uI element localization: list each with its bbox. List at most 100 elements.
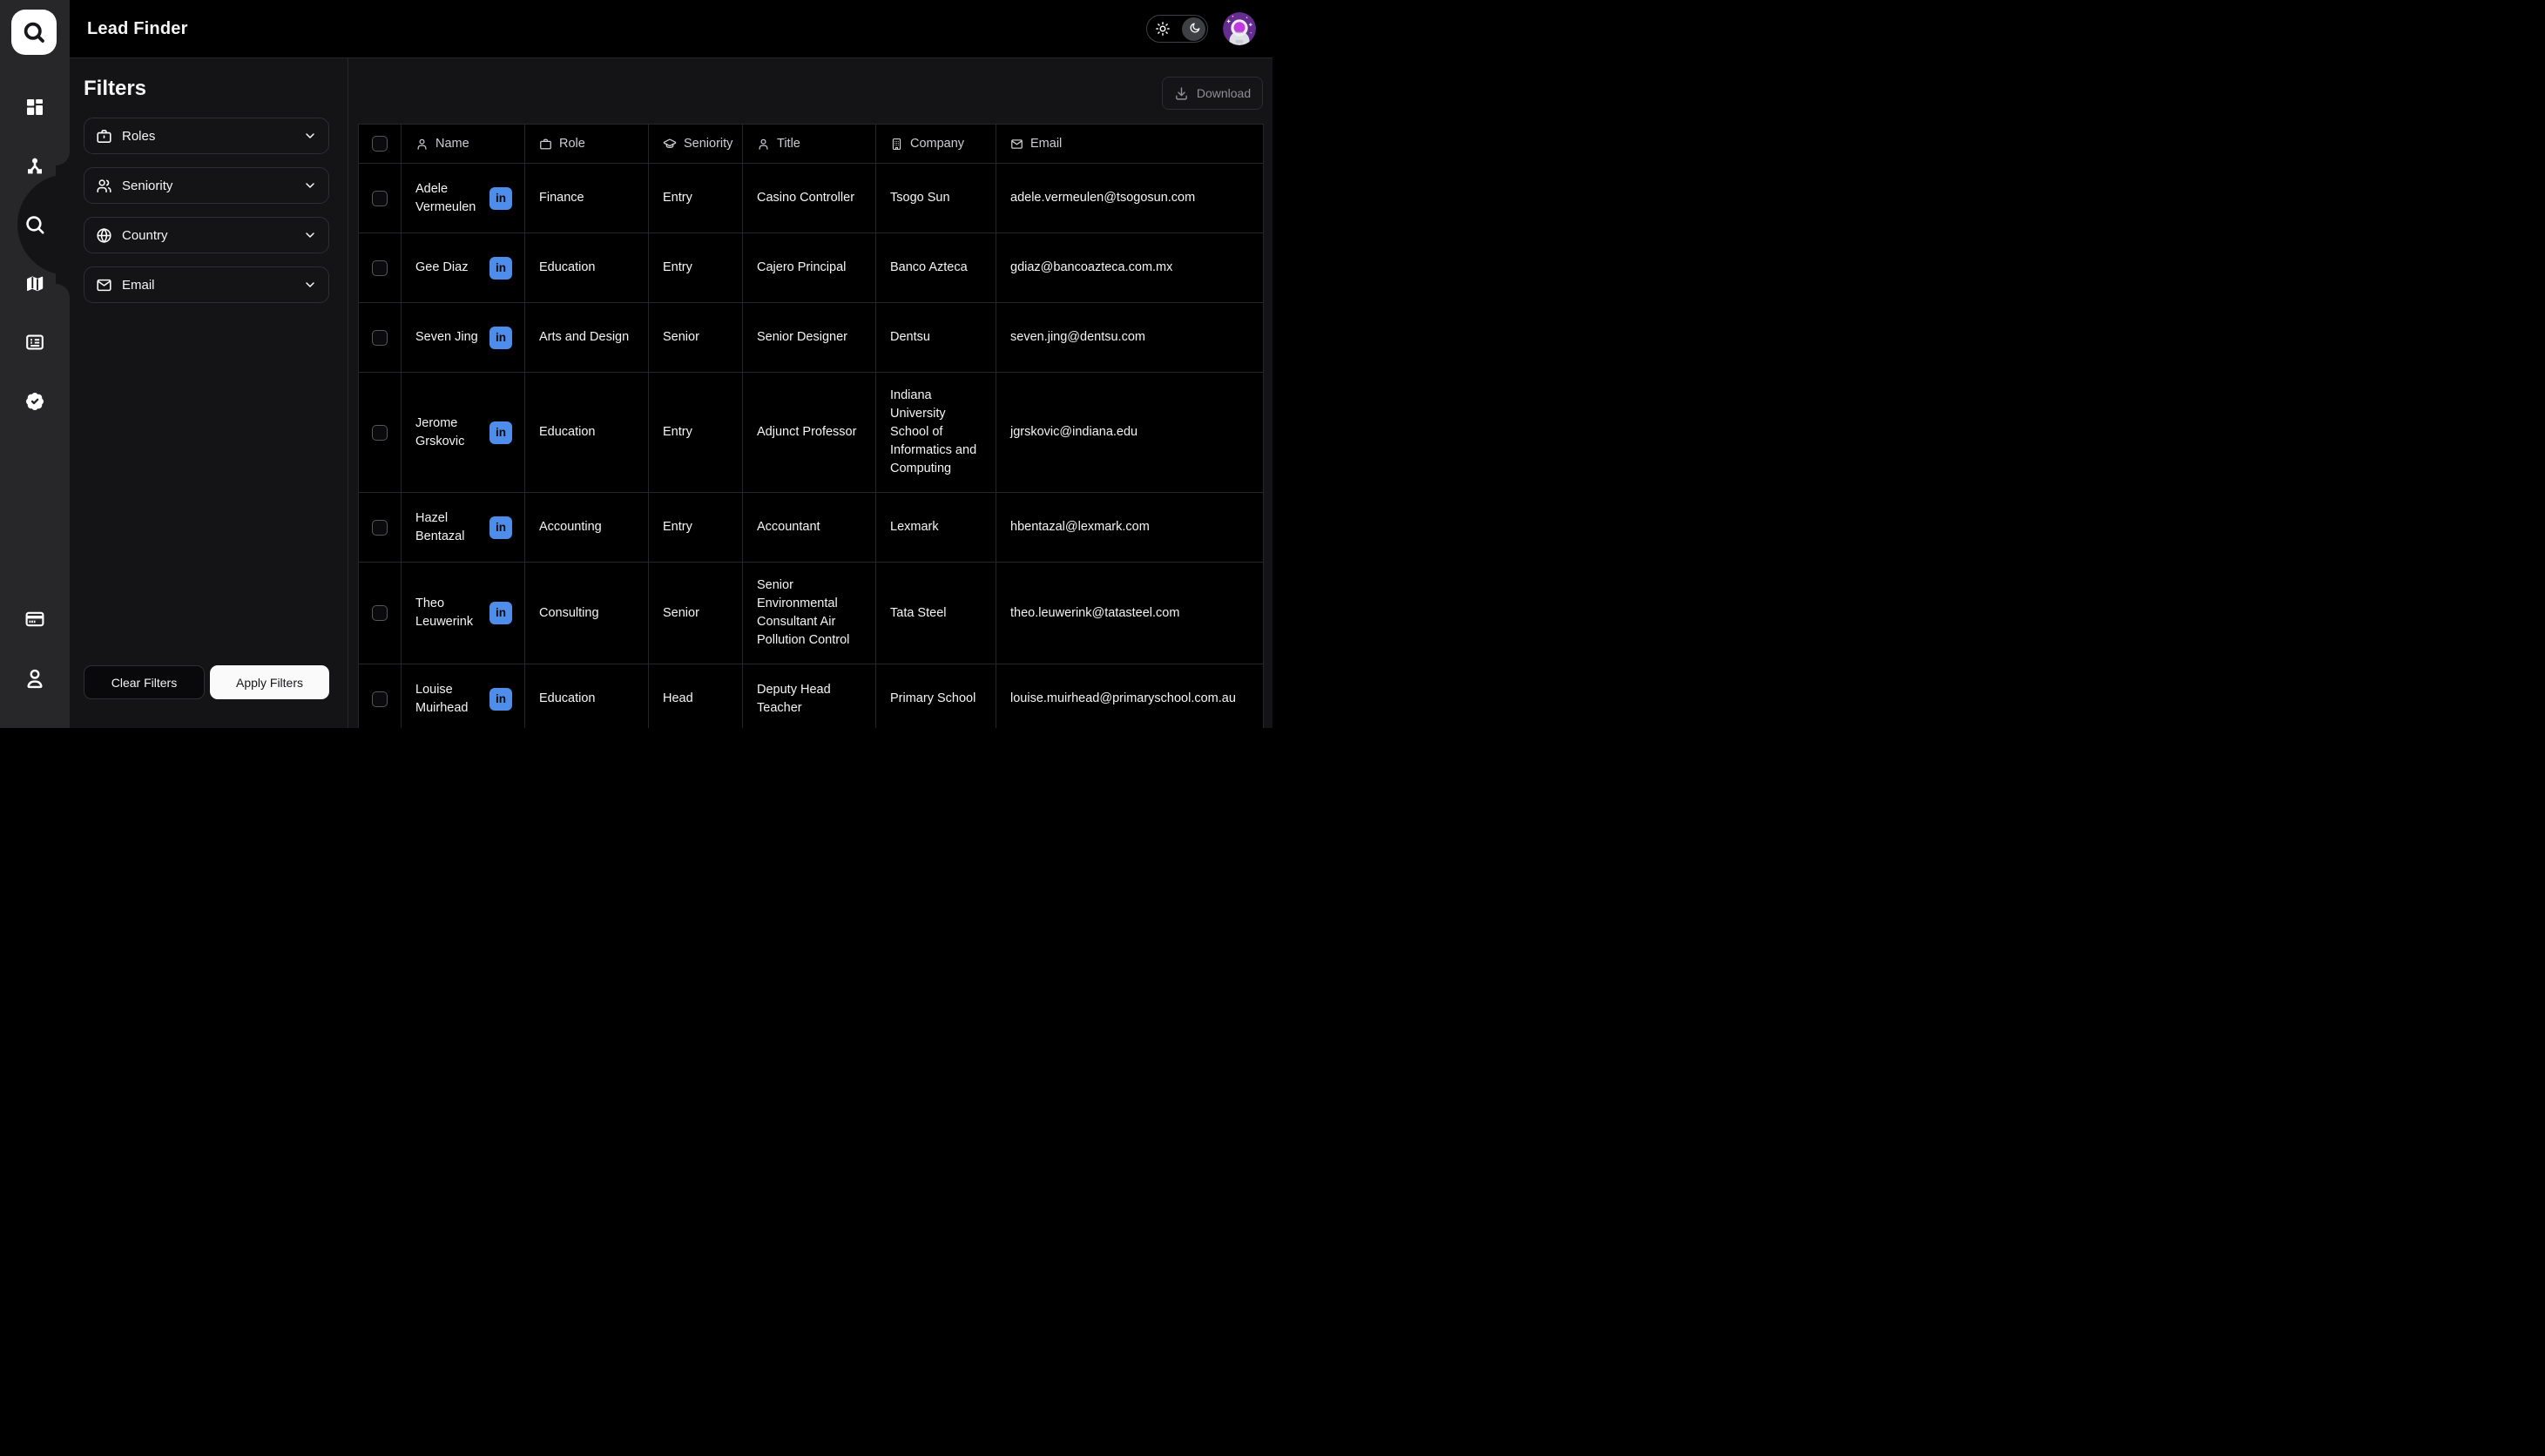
company-cell: Primary School (875, 664, 996, 728)
linkedin-icon[interactable]: in (489, 327, 512, 349)
briefcase-icon (539, 138, 552, 151)
sidebar-item-search[interactable] (24, 214, 45, 235)
newspaper-icon (24, 332, 45, 353)
linkedin-icon[interactable]: in (489, 602, 512, 624)
email-cell: gdiaz@bancoazteca.com.mx (996, 233, 1263, 302)
table-row: Adele VermeuleninFinanceEntryCasino Cont… (359, 163, 1263, 233)
role-cell: Education (524, 373, 648, 492)
linkedin-icon[interactable]: in (489, 421, 512, 444)
row-checkbox-cell (359, 303, 401, 372)
sun-icon[interactable] (1155, 21, 1171, 37)
filter-label: Seniority (122, 179, 303, 193)
table-row: Hazel BentazalinAccountingEntryAccountan… (359, 492, 1263, 562)
column-header-seniority: Seniority (648, 125, 742, 163)
table-row: Seven JinginArts and DesignSeniorSenior … (359, 302, 1263, 372)
main-area: Lead Finder (70, 0, 1272, 728)
moon-icon[interactable] (1182, 17, 1205, 41)
user-icon (415, 138, 429, 151)
chevron-down-icon (303, 278, 317, 292)
leads-table-wrap: Name Role (358, 124, 1264, 728)
row-checkbox[interactable] (372, 330, 388, 346)
sidebar-item-badge-check[interactable] (24, 391, 45, 412)
lead-name: Hazel Bentazal (415, 509, 489, 546)
linkedin-icon[interactable]: in (489, 688, 512, 711)
email-cell: jgrskovic@indiana.edu (996, 373, 1263, 492)
mail-icon (1010, 138, 1023, 151)
company-cell: Tsogo Sun (875, 164, 996, 233)
filter-email[interactable]: Email (84, 266, 329, 303)
app-logo (11, 10, 57, 55)
title-cell: Accountant (742, 493, 875, 562)
company-cell: Banco Azteca (875, 233, 996, 302)
content-area: Download (348, 58, 1272, 728)
role-cell: Education (524, 233, 648, 302)
row-checkbox[interactable] (372, 191, 388, 206)
select-all-cell (359, 125, 401, 163)
sidebar-item-newspaper[interactable] (24, 332, 45, 353)
email-cell: theo.leuwerink@tatasteel.com (996, 563, 1263, 664)
role-cell: Accounting (524, 493, 648, 562)
lead-finder-app: Lead Finder (0, 0, 1272, 728)
row-checkbox-cell (359, 164, 401, 233)
role-cell: Arts and Design (524, 303, 648, 372)
apply-filters-button[interactable]: Apply Filters (210, 665, 329, 699)
filters-title: Filters (84, 77, 329, 101)
linkedin-icon[interactable]: in (489, 516, 512, 539)
leads-table: Name Role (358, 124, 1264, 728)
sidebar-item-billing[interactable] (24, 609, 45, 630)
linkedin-icon[interactable]: in (489, 257, 512, 280)
filter-label: Roles (122, 129, 303, 144)
row-checkbox[interactable] (372, 605, 388, 621)
row-checkbox[interactable] (372, 425, 388, 441)
title-cell: Casino Controller (742, 164, 875, 233)
filter-roles[interactable]: Roles (84, 118, 329, 154)
row-checkbox[interactable] (372, 691, 388, 707)
sidebar-item-network[interactable] (24, 156, 45, 177)
seniority-cell: Entry (648, 493, 742, 562)
name-cell: Hazel Bentazalin (401, 493, 524, 562)
sidebar-item-dashboard[interactable] (24, 97, 45, 118)
role-cell: Education (524, 664, 648, 728)
row-checkbox-cell (359, 563, 401, 664)
user-icon (24, 667, 46, 690)
title-cell: Deputy Head Teacher (742, 664, 875, 728)
chevron-down-icon (303, 228, 317, 242)
filter-seniority[interactable]: Seniority (84, 167, 329, 204)
lead-name: Jerome Grskovic (415, 415, 489, 451)
row-checkbox-cell (359, 664, 401, 728)
name-cell: Gee Diazin (401, 233, 524, 302)
user-avatar[interactable] (1223, 12, 1256, 45)
theme-toggle[interactable] (1146, 15, 1208, 43)
title-cell: Cajero Principal (742, 233, 875, 302)
select-all-checkbox[interactable] (372, 136, 388, 152)
row-checkbox[interactable] (372, 520, 388, 536)
company-cell: Tata Steel (875, 563, 996, 664)
company-cell: Dentsu (875, 303, 996, 372)
map-icon (24, 273, 45, 294)
lead-name: Gee Diaz (415, 259, 489, 277)
search-icon (24, 213, 46, 236)
mail-icon (96, 277, 112, 293)
title-cell: Senior Environmental Consultant Air Poll… (742, 563, 875, 664)
company-cell: Indiana University School of Informatics… (875, 373, 996, 492)
row-checkbox-cell (359, 493, 401, 562)
download-button[interactable]: Download (1162, 77, 1263, 110)
chevron-down-icon (303, 179, 317, 192)
graduation-cap-icon (663, 137, 677, 151)
sidebar-item-map[interactable] (24, 273, 45, 294)
sidebar-nav-top (0, 97, 70, 412)
linkedin-icon[interactable]: in (489, 187, 512, 210)
briefcase-icon (96, 128, 112, 145)
seniority-cell: Senior (648, 303, 742, 372)
row-checkbox[interactable] (372, 260, 388, 276)
globe-icon (96, 227, 112, 244)
sidebar-item-account[interactable] (24, 668, 45, 689)
column-header-company: Company (875, 125, 996, 163)
title-cell: Senior Designer (742, 303, 875, 372)
top-bar: Lead Finder (70, 0, 1272, 58)
filter-country[interactable]: Country (84, 217, 329, 253)
clear-filters-button[interactable]: Clear Filters (84, 665, 205, 699)
table-toolbar: Download (348, 58, 1272, 124)
row-checkbox-cell (359, 233, 401, 302)
seniority-cell: Head (648, 664, 742, 728)
